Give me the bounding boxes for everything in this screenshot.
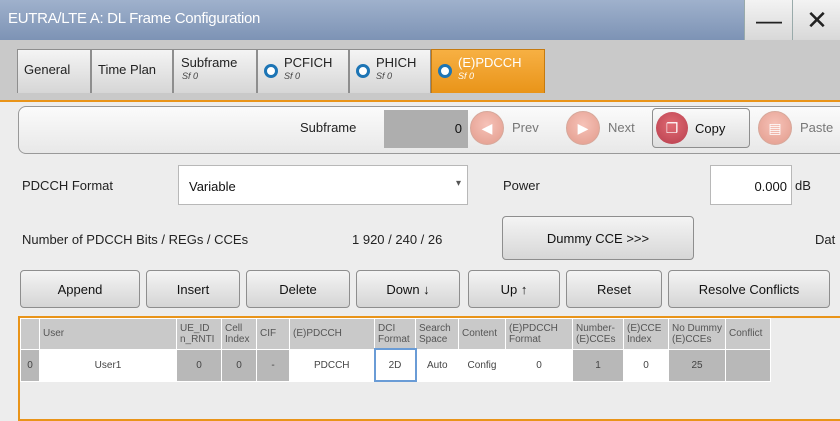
header-text: (E)CCE Index: [627, 322, 662, 345]
cell-number-cces[interactable]: 1: [572, 348, 624, 382]
col-epdcch-format: (E)PDCCH Format: [505, 318, 573, 350]
info-icon: [264, 64, 278, 78]
power-label: Power: [503, 178, 540, 193]
col-cce-index: (E)CCE Index: [623, 318, 669, 350]
tab-sublabel: Sf 0: [376, 71, 393, 81]
bits-value: 1 920 / 240 / 26: [352, 232, 443, 247]
col-ue-id: UE_ID n_RNTI: [176, 318, 222, 350]
cell-cell-index[interactable]: 0: [221, 348, 257, 382]
col-search-space: Search Space: [415, 318, 459, 350]
pdcch-format-label: PDCCH Format: [22, 178, 114, 193]
col-content: Content: [458, 318, 506, 350]
tab-label: General: [24, 62, 71, 77]
col-cell-index: Cell Index: [221, 318, 257, 350]
window-title: EUTRA/LTE A: DL Frame Configuration: [8, 10, 261, 27]
tab-sublabel: Sf 0: [458, 71, 475, 81]
pdcch-format-select[interactable]: Variable ▾: [178, 165, 468, 205]
tab-pcfich[interactable]: PCFICH Sf 0: [257, 49, 349, 93]
copy-button[interactable]: ❐ Copy: [652, 108, 750, 148]
next-button[interactable]: ▶ Next: [566, 108, 650, 148]
tab-bar: General Time Plan Subframe Sf 0 PCFICH S…: [0, 40, 840, 100]
insert-button[interactable]: Insert: [146, 270, 240, 308]
cell-conflict: [725, 348, 771, 382]
tab-label: Time Plan: [98, 62, 157, 77]
user-table: User UE_ID n_RNTI Cell Index CIF (E)PDCC…: [20, 318, 771, 382]
dummy-cce-button[interactable]: Dummy CCE >>>: [502, 216, 694, 260]
minimize-button[interactable]: —: [744, 0, 793, 40]
close-button[interactable]: ✕: [792, 0, 840, 40]
bits-label: Number of PDCCH Bits / REGs / CCEs: [22, 232, 249, 247]
tab-label: Subframe: [181, 55, 238, 70]
table-row[interactable]: 0 User1 0 0 - PDCCH 2D Auto Config 0 1 0…: [20, 348, 771, 382]
row-index: 0: [20, 348, 40, 382]
resolve-conflicts-button[interactable]: Resolve Conflicts: [668, 270, 830, 308]
power-unit: dB: [795, 178, 811, 193]
cell-user[interactable]: User1: [39, 348, 177, 382]
cell-cce-index[interactable]: 0: [623, 348, 669, 382]
delete-button[interactable]: Delete: [246, 270, 350, 308]
tab-label: (E)PDCCH: [458, 55, 522, 70]
header-text: Search Space: [419, 322, 451, 345]
tab-phich[interactable]: PHICH Sf 0: [349, 49, 431, 93]
header-text: No Dummy (E)CCEs: [672, 322, 723, 345]
cell-dci-format[interactable]: 2D: [373, 348, 417, 382]
paste-icon: ▤: [758, 111, 792, 145]
cell-search-space[interactable]: Auto: [415, 348, 459, 382]
tab-label: PHICH: [376, 55, 417, 70]
next-label: Next: [608, 120, 635, 135]
col-index: [20, 318, 40, 350]
copy-label: Copy: [695, 121, 726, 136]
tab-subframe[interactable]: Subframe Sf 0: [173, 49, 257, 93]
data-label: Dat: [815, 232, 836, 247]
chevron-down-icon: ▾: [455, 178, 461, 189]
up-button[interactable]: Up ↑: [468, 270, 560, 308]
col-dci-format: DCI Format: [374, 318, 416, 350]
prev-button[interactable]: ◀ Prev: [470, 108, 554, 148]
header-text: Cell Index: [225, 322, 250, 345]
tab-sublabel: Sf 0: [182, 71, 199, 81]
subframe-value[interactable]: 0: [384, 110, 468, 148]
table-header: User UE_ID n_RNTI Cell Index CIF (E)PDCC…: [20, 318, 771, 350]
append-button[interactable]: Append: [20, 270, 140, 308]
cell-cif[interactable]: -: [256, 348, 290, 382]
info-icon: [438, 64, 452, 78]
header-text: (E)PDCCH Format: [509, 322, 558, 345]
pdcch-format-value: Variable: [189, 179, 236, 194]
header-text: Number- (E)CCEs: [576, 322, 616, 345]
arrow-right-icon: ▶: [566, 111, 600, 145]
paste-label: Paste: [800, 120, 834, 135]
copy-icon: ❐: [656, 112, 688, 144]
col-cif: CIF: [256, 318, 290, 350]
col-epdcch: (E)PDCCH: [289, 318, 375, 350]
info-icon: [356, 64, 370, 78]
tab-sublabel: Sf 0: [284, 71, 301, 81]
col-no-dummy: No Dummy (E)CCEs: [668, 318, 726, 350]
paste-button[interactable]: ▤ Paste: [758, 108, 840, 148]
arrow-left-icon: ◀: [470, 111, 504, 145]
power-input[interactable]: 0.000: [710, 165, 792, 205]
cell-epdcch-format[interactable]: 0: [505, 348, 573, 382]
title-bar: EUTRA/LTE A: DL Frame Configuration — ✕: [0, 0, 840, 40]
cell-content[interactable]: Config: [458, 348, 506, 382]
tab-label: PCFICH: [284, 55, 333, 70]
tab-epdcch[interactable]: (E)PDCCH Sf 0: [431, 49, 545, 93]
reset-button[interactable]: Reset: [566, 270, 662, 308]
header-text: UE_ID n_RNTI: [180, 322, 215, 345]
down-button[interactable]: Down ↓: [356, 270, 460, 308]
prev-label: Prev: [512, 120, 539, 135]
col-number-cces: Number- (E)CCEs: [572, 318, 624, 350]
tab-general[interactable]: General: [17, 49, 91, 93]
tab-time-plan[interactable]: Time Plan: [91, 49, 173, 93]
cell-ue-id[interactable]: 0: [176, 348, 222, 382]
col-conflict: Conflict: [725, 318, 771, 350]
header-text: DCI Format: [378, 322, 410, 345]
dialog-window: EUTRA/LTE A: DL Frame Configuration — ✕ …: [0, 0, 840, 421]
cell-no-dummy[interactable]: 25: [668, 348, 726, 382]
cell-epdcch[interactable]: PDCCH: [289, 348, 375, 382]
col-user: User: [39, 318, 177, 350]
subframe-label: Subframe: [300, 120, 357, 135]
